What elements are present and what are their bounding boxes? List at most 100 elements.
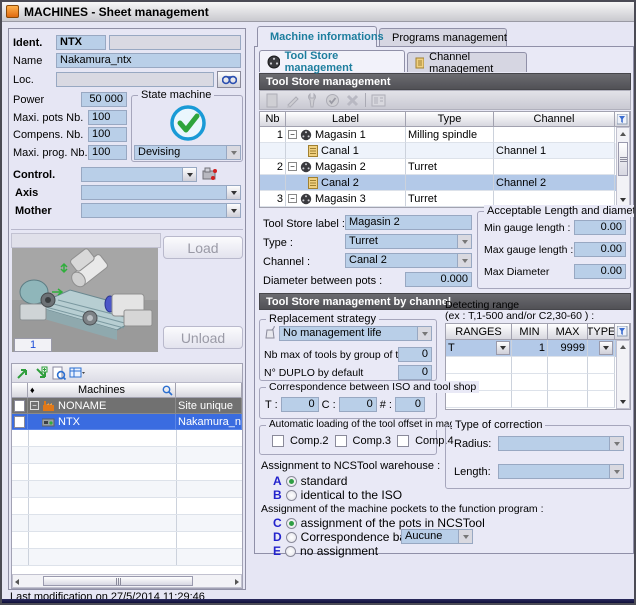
- tab-programs-management[interactable]: Programs management: [379, 28, 507, 47]
- correspondence-base-dropdown[interactable]: Aucune: [401, 529, 473, 544]
- pockets-option-c[interactable]: C assignment of the pots in NCSTool: [273, 516, 485, 530]
- loc-search-button[interactable]: [217, 71, 241, 88]
- warehouse-option-a[interactable]: A standard: [273, 474, 347, 488]
- max-gauge-field[interactable]: 0.00: [574, 242, 626, 257]
- window-titlebar[interactable]: MACHINES - Sheet management: [2, 2, 634, 22]
- machines-h-scrollbar[interactable]: [12, 574, 242, 588]
- maxi-prog-label: Maxi. prog. Nb.: [13, 147, 88, 159]
- compens-field[interactable]: 100: [88, 127, 127, 142]
- filter-icon[interactable]: [617, 326, 628, 337]
- min-gauge-label: Min gauge length :: [484, 222, 570, 234]
- radio-no-assignment[interactable]: [285, 546, 296, 557]
- power-field[interactable]: 50 000: [81, 92, 127, 107]
- pockets-option-e[interactable]: E no assignment: [273, 544, 378, 558]
- table-row[interactable]: 2 − Magasin 2 Turret: [260, 159, 630, 175]
- ranges-dropdown-button[interactable]: [496, 341, 510, 355]
- mother-dropdown[interactable]: [81, 203, 241, 218]
- search-icon[interactable]: [162, 385, 173, 396]
- type-dropdown[interactable]: Turret: [345, 234, 472, 249]
- radio-pots-ncstool[interactable]: [286, 518, 297, 529]
- control-label: Control.: [13, 169, 55, 181]
- tree-collapse-icon[interactable]: −: [288, 130, 297, 139]
- scroll-up-icon[interactable]: [617, 341, 629, 353]
- report-button[interactable]: [370, 92, 388, 109]
- min-gauge-field[interactable]: 0.00: [574, 220, 626, 235]
- row-checkbox-checked[interactable]: ✓: [14, 416, 25, 428]
- row-checkbox[interactable]: [14, 400, 25, 412]
- length-label: Length:: [454, 466, 491, 478]
- comp4-checkbox[interactable]: [397, 435, 409, 447]
- edit-toolstore-button[interactable]: [283, 92, 301, 109]
- load-button[interactable]: Load: [163, 236, 243, 259]
- name-field[interactable]: Nakamura_ntx: [56, 53, 241, 68]
- channel-file-icon: [308, 177, 318, 189]
- machines-table-header[interactable]: ♦ Machines: [12, 383, 242, 398]
- machine-preview-image[interactable]: [12, 248, 158, 352]
- pockets-option-d[interactable]: D Correspondence base: [273, 530, 419, 544]
- tool-store-table-header[interactable]: Nb Label Type Channel: [260, 112, 630, 127]
- scrollbar-thumb[interactable]: [43, 576, 193, 586]
- maxi-prog-field[interactable]: 100: [88, 145, 127, 160]
- radio-standard[interactable]: [286, 476, 297, 487]
- axis-dropdown[interactable]: [81, 185, 241, 200]
- strategy-dropdown[interactable]: No management life: [279, 326, 432, 341]
- tool-store-label-field[interactable]: Magasin 2: [345, 215, 472, 230]
- table-row-selected[interactable]: Canal 2 Channel 2: [260, 175, 630, 191]
- tree-collapse-icon[interactable]: −: [288, 162, 297, 171]
- tool-store-v-scrollbar[interactable]: [616, 127, 630, 207]
- delete-button[interactable]: [343, 92, 361, 109]
- diameter-field[interactable]: 0.000: [405, 272, 472, 287]
- replacement-strategy-title: Replacement strategy: [266, 313, 379, 325]
- ident-field[interactable]: NTX: [56, 35, 106, 50]
- hash-field[interactable]: 0: [395, 397, 425, 412]
- tree-collapse-icon[interactable]: −: [30, 401, 39, 410]
- scroll-right-icon[interactable]: [235, 579, 239, 585]
- radius-dropdown[interactable]: [498, 436, 624, 451]
- table-row-selected[interactable]: ✓ NTX Nakamura_ntx: [12, 414, 242, 430]
- duplo-field[interactable]: 0: [398, 365, 432, 380]
- filter-icon[interactable]: [617, 114, 628, 125]
- max-diameter-field[interactable]: 0.00: [574, 264, 626, 279]
- comp3-checkbox[interactable]: [335, 435, 347, 447]
- loc-field[interactable]: [56, 72, 214, 87]
- maxi-pots-field[interactable]: 100: [88, 110, 127, 125]
- expand-all-button[interactable]: [32, 365, 50, 382]
- scrollbar-thumb[interactable]: [618, 142, 628, 176]
- tool-button[interactable]: [303, 92, 321, 109]
- radio-correspondence-base[interactable]: [286, 532, 297, 543]
- length-dropdown[interactable]: [498, 464, 624, 479]
- t-field[interactable]: 0: [281, 397, 319, 412]
- radio-identical-iso[interactable]: [286, 490, 297, 501]
- tree-collapse-icon[interactable]: −: [288, 194, 297, 203]
- detecting-table-header[interactable]: RANGES MIN MAX TYPE: [446, 324, 630, 340]
- chevron-down-icon: [458, 530, 472, 543]
- detecting-row-selected[interactable]: T 1 9999: [446, 340, 630, 357]
- scroll-down-icon[interactable]: [617, 396, 629, 408]
- channel-dropdown[interactable]: Canal 2: [345, 253, 472, 268]
- scroll-left-icon[interactable]: [15, 579, 19, 585]
- new-toolstore-button[interactable]: [263, 92, 281, 109]
- diameter-label: Diameter between pots :: [263, 275, 382, 287]
- collapse-all-button[interactable]: [14, 365, 32, 382]
- comp2-checkbox[interactable]: [272, 435, 284, 447]
- grid-view-button[interactable]: [68, 365, 86, 382]
- control-dropdown[interactable]: [81, 167, 197, 182]
- type-dropdown-button[interactable]: [599, 341, 613, 355]
- table-row[interactable]: − NONAME Site unique: [12, 398, 242, 414]
- tab-machine-informations[interactable]: Machine informations: [257, 26, 377, 47]
- search-page-button[interactable]: [50, 365, 68, 382]
- detecting-v-scrollbar[interactable]: [616, 340, 630, 409]
- validate-button[interactable]: [323, 92, 341, 109]
- state-machine-dropdown[interactable]: Devising: [134, 145, 241, 160]
- tab-channel-management[interactable]: Channel management: [407, 52, 527, 72]
- warehouse-option-b[interactable]: B identical to the ISO: [273, 488, 402, 502]
- c-field[interactable]: 0: [339, 397, 377, 412]
- channel-file-icon: [308, 145, 318, 157]
- tab-tool-store-management[interactable]: Tool Store management: [259, 50, 405, 72]
- ident-field-2[interactable]: [109, 35, 241, 50]
- nbmax-field[interactable]: 0: [398, 347, 432, 362]
- unload-button[interactable]: Unload: [163, 326, 243, 349]
- table-row[interactable]: 1 − Magasin 1 Milling spindle: [260, 127, 630, 143]
- scroll-up-icon[interactable]: [617, 128, 629, 140]
- table-row[interactable]: Canal 1 Channel 1: [260, 143, 630, 159]
